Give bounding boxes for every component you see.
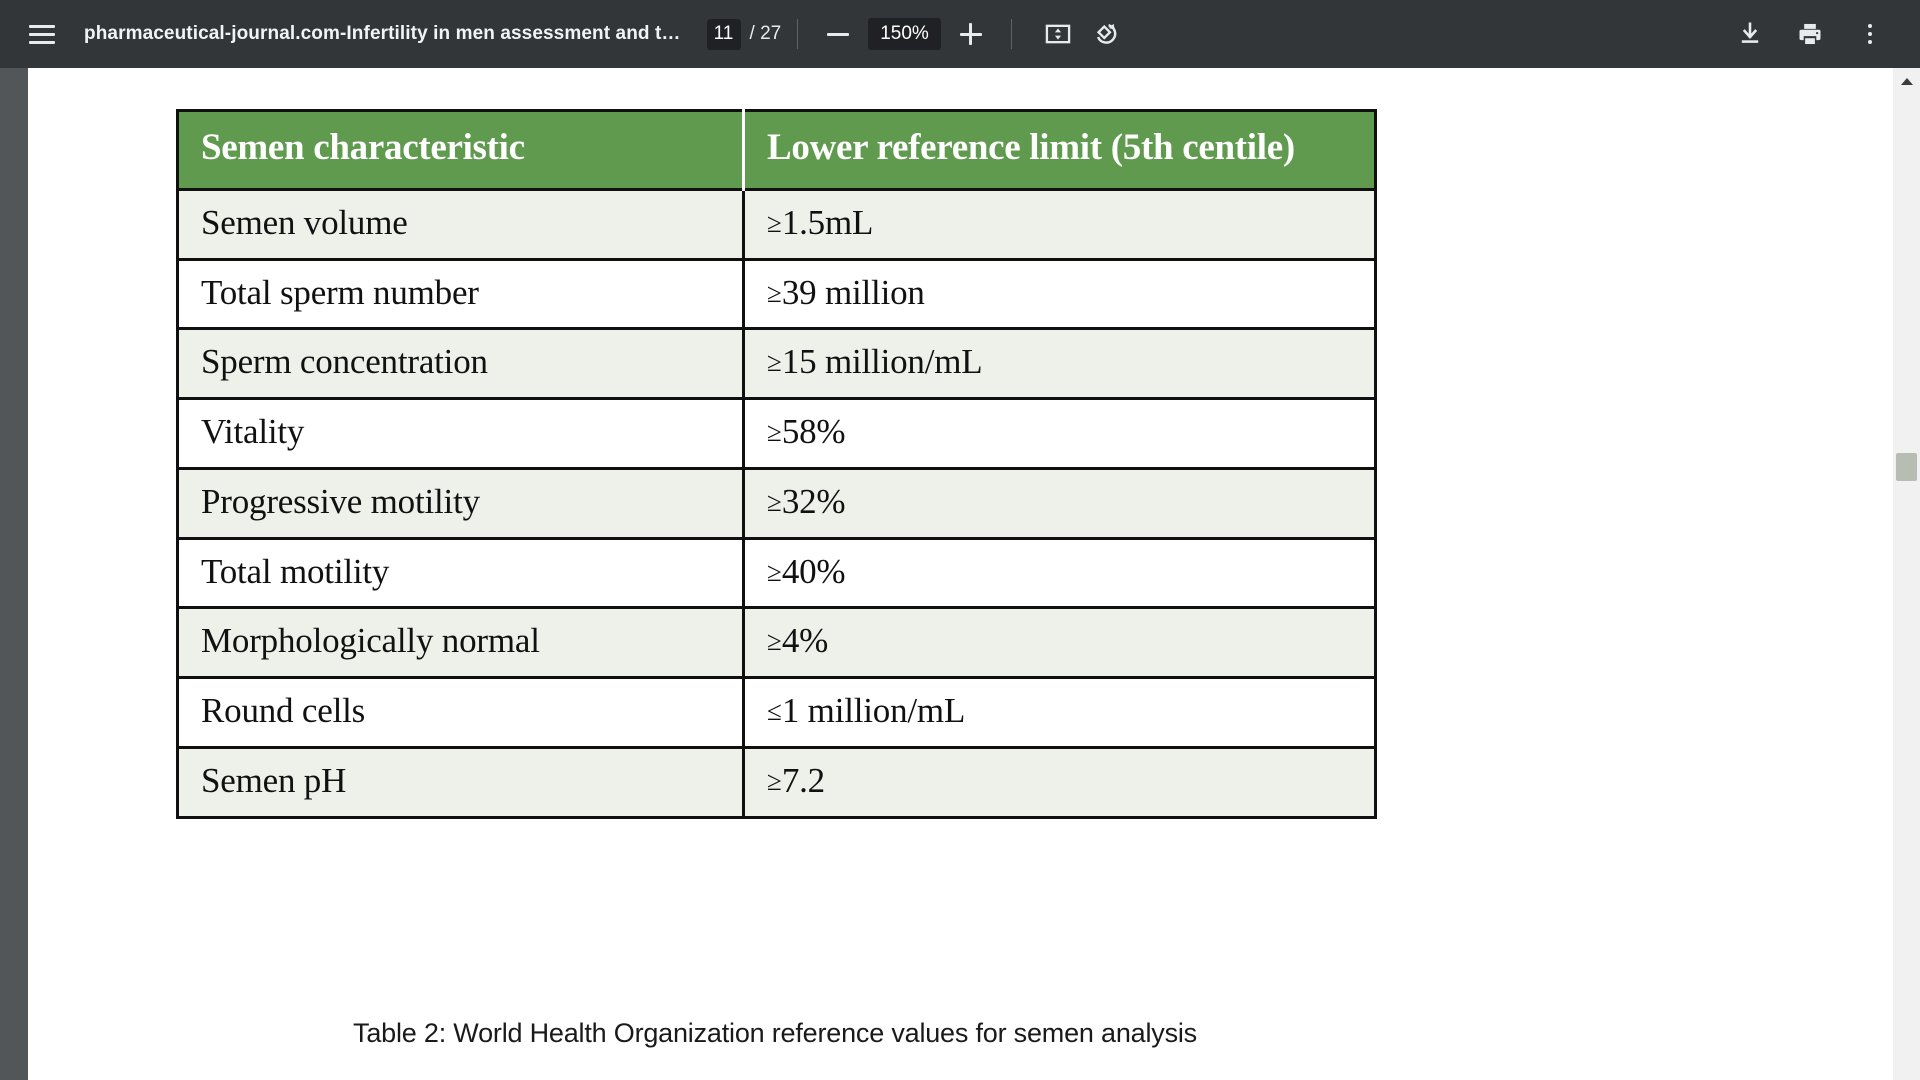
reference-limit-value: 32% [781,481,846,521]
toolbar-right-actions [1726,10,1920,58]
table-row: Progressive motility ≥32% [177,466,1376,539]
comparison-operator: ≥ [767,556,782,587]
cell-characteristic: Round cells [177,676,745,748]
zoom-out-button[interactable] [814,10,862,58]
vertical-scrollbar[interactable] [1893,68,1920,1080]
table-row: Semen pH ≥7.2 [177,745,1376,818]
cell-characteristic: Progressive motility [177,466,745,539]
cell-reference-limit: ≥58% [743,397,1376,469]
zoom-level-label[interactable]: 150% [868,18,941,50]
minus-icon [827,23,850,45]
reference-limit-value: 40% [781,551,846,591]
pdf-page-canvas: Semen characteristic Lower reference lim… [28,68,1893,1080]
rotate-button[interactable] [1082,10,1130,58]
page-indicator: / 27 [706,18,782,50]
table-row: Sperm concentration ≥15 million/mL [177,327,1376,399]
fit-to-page-icon [1045,24,1071,44]
pdf-viewer-toolbar: pharmaceutical-journal.com-Infertility i… [0,0,1920,68]
reference-limit-value: 7.2 [781,760,825,800]
cell-characteristic: Total motility [177,536,745,608]
reference-limit-value: 15 million/mL [781,342,983,382]
table-body: Semen volume ≥1.5mL Total sperm number ≥39 … [177,187,1376,818]
reference-limit-value: 4% [781,621,829,661]
cell-characteristic: Total sperm number [177,257,745,329]
cell-reference-limit: ≤1 million/mL [743,676,1376,748]
cell-reference-limit: ≥32% [743,466,1376,539]
cell-characteristic: Semen pH [177,745,745,818]
reference-limit-value: 58% [781,412,846,452]
table-header: Semen characteristic Lower reference lim… [177,110,1376,190]
hamburger-menu-icon [29,24,55,44]
table-caption: Table 2: World Health Organization refer… [353,1018,1197,1048]
table-header-row: Semen characteristic Lower reference lim… [177,110,1376,190]
comparison-operator: ≥ [767,207,782,238]
scrollbar-thumb[interactable] [1896,453,1917,481]
cell-reference-limit: ≥1.5mL [743,187,1376,260]
comparison-operator: ≥ [767,626,782,657]
table-row: Total motility ≥40% [177,536,1376,608]
column-header-characteristic: Semen characteristic [177,110,745,190]
toolbar-divider [1010,19,1012,49]
cell-reference-limit: ≥7.2 [743,745,1376,818]
more-options-kebab-icon [1868,24,1872,44]
scroll-down-arrow-button[interactable] [1893,1053,1920,1080]
cell-characteristic: Sperm concentration [177,327,745,399]
chevron-up-icon [1900,78,1913,85]
rotate-counterclockwise-icon [1096,23,1117,44]
print-icon [1799,23,1821,45]
more-options-button[interactable] [1846,10,1894,58]
cell-characteristic: Morphologically normal [177,606,745,678]
fit-to-page-button[interactable] [1034,10,1082,58]
comparison-operator: ≥ [767,765,782,796]
zoom-controls: 150% [814,10,995,58]
table-row: Morphologically normal ≥4% [177,606,1376,678]
comparison-operator: ≥ [767,417,782,448]
table-row: Total sperm number ≥39 million [177,257,1376,329]
sidebar-toggle-button[interactable] [18,10,66,58]
comparison-operator: ≥ [767,277,782,308]
who-reference-table: Semen characteristic Lower reference lim… [176,109,1377,819]
plus-icon [959,23,982,45]
view-tools-group [1034,10,1130,58]
cell-characteristic: Vitality [177,397,745,469]
reference-limit-value: 1.5mL [781,202,874,242]
table-row: Vitality ≥58% [177,397,1376,469]
reference-limit-value: 1 million/mL [781,691,966,731]
cell-reference-limit: ≥39 million [743,257,1376,329]
download-button[interactable] [1726,10,1774,58]
comparison-operator: ≥ [767,347,782,378]
cell-reference-limit: ≥40% [743,536,1376,608]
page-number-input[interactable] [706,18,741,50]
toolbar-divider [797,19,799,49]
document-title: pharmaceutical-journal.com-Infertility i… [84,23,681,44]
print-button[interactable] [1786,10,1834,58]
column-header-limit: Lower reference limit (5th centile) [743,110,1376,190]
scroll-up-arrow-button[interactable] [1893,68,1920,95]
table-row: Round cells ≤1 million/mL [177,676,1376,748]
cell-reference-limit: ≥4% [743,606,1376,678]
cell-reference-limit: ≥15 million/mL [743,327,1376,399]
who-reference-table-block: Semen characteristic Lower reference lim… [176,109,1377,819]
page-count-label: / 27 [749,23,782,44]
cell-characteristic: Semen volume [177,187,745,260]
comparison-operator: ≤ [767,696,782,727]
reference-limit-value: 39 million [781,272,925,312]
zoom-in-button[interactable] [947,10,995,58]
chevron-down-icon [1900,1063,1913,1070]
download-icon [1741,22,1759,43]
pdf-viewer-area[interactable]: Semen characteristic Lower reference lim… [0,68,1920,1080]
comparison-operator: ≥ [767,486,782,517]
menu-button[interactable] [18,10,66,58]
table-row: Semen volume ≥1.5mL [177,187,1376,260]
